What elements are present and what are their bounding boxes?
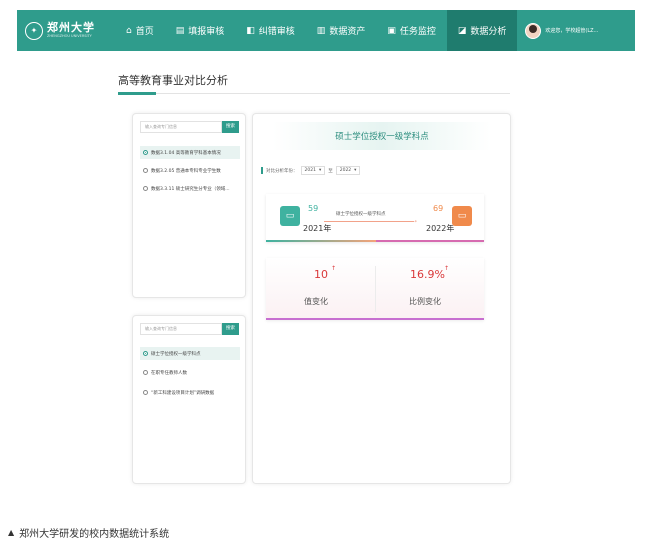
search-input[interactable]: 输入查询专门信息 [140, 121, 222, 133]
form-icon: ▤ [175, 25, 185, 36]
radio-icon [143, 370, 148, 375]
list-item[interactable]: 数据3.1.04 高等教育学科基本情况 [140, 146, 240, 159]
list-item[interactable]: 在职专任教师人数 [140, 366, 240, 379]
year-compare-card: ▭ 59 2021年 硕士学位授权一级学科点 ➝ 69 2022年 ▭ [266, 194, 484, 242]
left-value: 59 [308, 204, 319, 213]
year-filter: 对比分析年份： 2021 ▾ 至 2022 ▾ [261, 166, 361, 175]
indicator-title: 硕士学位授权一级学科点 [273, 122, 491, 150]
triangle-icon: ▲ [8, 528, 15, 537]
value-change-label: 值变化 [304, 297, 328, 306]
university-logo[interactable]: ✦ 郑州大学 ZHENGZHOU UNIVERSITY [17, 10, 115, 51]
radio-icon [143, 150, 148, 155]
figure-caption: ▲ 郑州大学研发的校内数据统计系统 [8, 525, 169, 540]
list-item[interactable]: 数据3.3.11 硕士研究生分专业（领域... [140, 182, 240, 195]
filter-label: 对比分析年份： [266, 168, 298, 174]
radio-icon [143, 168, 148, 173]
avatar [525, 22, 542, 39]
arrow-line [324, 221, 414, 222]
right-value: 69 [433, 204, 444, 213]
app-window: ✦ 郑州大学 ZHENGZHOU UNIVERSITY ⌂ 首页 ▤ 填报审核 … [17, 10, 635, 484]
top-nav: ✦ 郑州大学 ZHENGZHOU UNIVERSITY ⌂ 首页 ▤ 填报审核 … [17, 10, 635, 51]
arrow-up-icon: ↑ [444, 265, 450, 272]
analysis-panel: 硕士学位授权一级学科点 对比分析年份： 2021 ▾ 至 2022 ▾ ▭ 59… [252, 113, 511, 484]
arrow-right-icon: ➝ [412, 218, 418, 225]
ratio-change: 16.9% [410, 268, 445, 281]
radio-icon [143, 351, 148, 356]
brand-subtitle: ZHENGZHOU UNIVERSITY [47, 34, 92, 39]
monitor-icon: ▭ [452, 206, 472, 226]
right-year: 2022年 [426, 224, 455, 233]
page-title: 高等教育事业对比分析 [118, 74, 228, 87]
chevron-down-icon: ▾ [318, 168, 322, 173]
title-accent [118, 92, 156, 95]
search-input[interactable]: 输入查询专门信息 [140, 323, 222, 335]
chevron-down-icon: ▾ [354, 168, 357, 173]
change-card: 10 ↑ 值变化 16.9% ↑ 比例变化 [266, 258, 484, 320]
year-from-select[interactable]: 2021 ▾ [300, 166, 326, 175]
monitor-icon: ▭ [280, 206, 300, 226]
dataset-panel: 输入查询专门信息 搜索 数据3.1.04 高等教育学科基本情况 数据3.2.05… [132, 113, 246, 298]
home-icon: ⌂ [126, 25, 132, 36]
check-icon: ◧ [246, 25, 255, 36]
caption-text: 郑州大学研发的校内数据统计系统 [19, 529, 170, 540]
arrow-up-icon: ↑ [331, 265, 337, 272]
indicator-panel: 输入查询专门信息 搜索 硕士学位授权一级学科点 在职专任教师人数 “新工科建设项… [132, 315, 246, 484]
nav-correction-review[interactable]: ◧ 纠错审核 [235, 10, 306, 51]
radio-icon [143, 390, 148, 395]
year-to-select[interactable]: 2022 ▾ [335, 166, 361, 175]
value-change: 10 [314, 268, 328, 281]
list-item[interactable]: 数据3.2.05 普通本专科专业学生数 [140, 164, 240, 177]
brand-name: 郑州大学 [47, 21, 95, 35]
title-divider [118, 93, 510, 94]
search-button[interactable]: 搜索 [222, 323, 239, 335]
doc-icon: ▥ [316, 25, 326, 36]
compare-label: 硕士学位授权一级学科点 [336, 212, 386, 217]
nav-fill-review[interactable]: ▤ 填报审核 [165, 10, 236, 51]
user-name: 欢迎您，学校超管(LZ... [545, 28, 599, 34]
user-menu[interactable]: 欢迎您，学校超管(LZ... [517, 22, 599, 39]
nav-data-analysis[interactable]: ◪ 数据分析 [446, 10, 518, 51]
search-button[interactable]: 搜索 [222, 121, 239, 133]
radio-icon [143, 186, 148, 191]
nav-task-monitor[interactable]: ▣ 任务监控 [376, 10, 447, 51]
year-separator: 至 [328, 168, 333, 174]
chart-icon: ◪ [457, 25, 467, 36]
nav-data-assets[interactable]: ▥ 数据资产 [306, 10, 377, 51]
seal-icon: ✦ [25, 21, 43, 40]
left-year: 2021年 [303, 224, 332, 233]
ratio-change-label: 比例变化 [409, 297, 441, 306]
task-icon: ▣ [387, 25, 396, 36]
list-item[interactable]: 硕士学位授权一级学科点 [140, 347, 240, 360]
nav-home[interactable]: ⌂ 首页 [115, 10, 165, 51]
list-item[interactable]: “新工科建设项目计划”调研数据 [140, 386, 240, 399]
